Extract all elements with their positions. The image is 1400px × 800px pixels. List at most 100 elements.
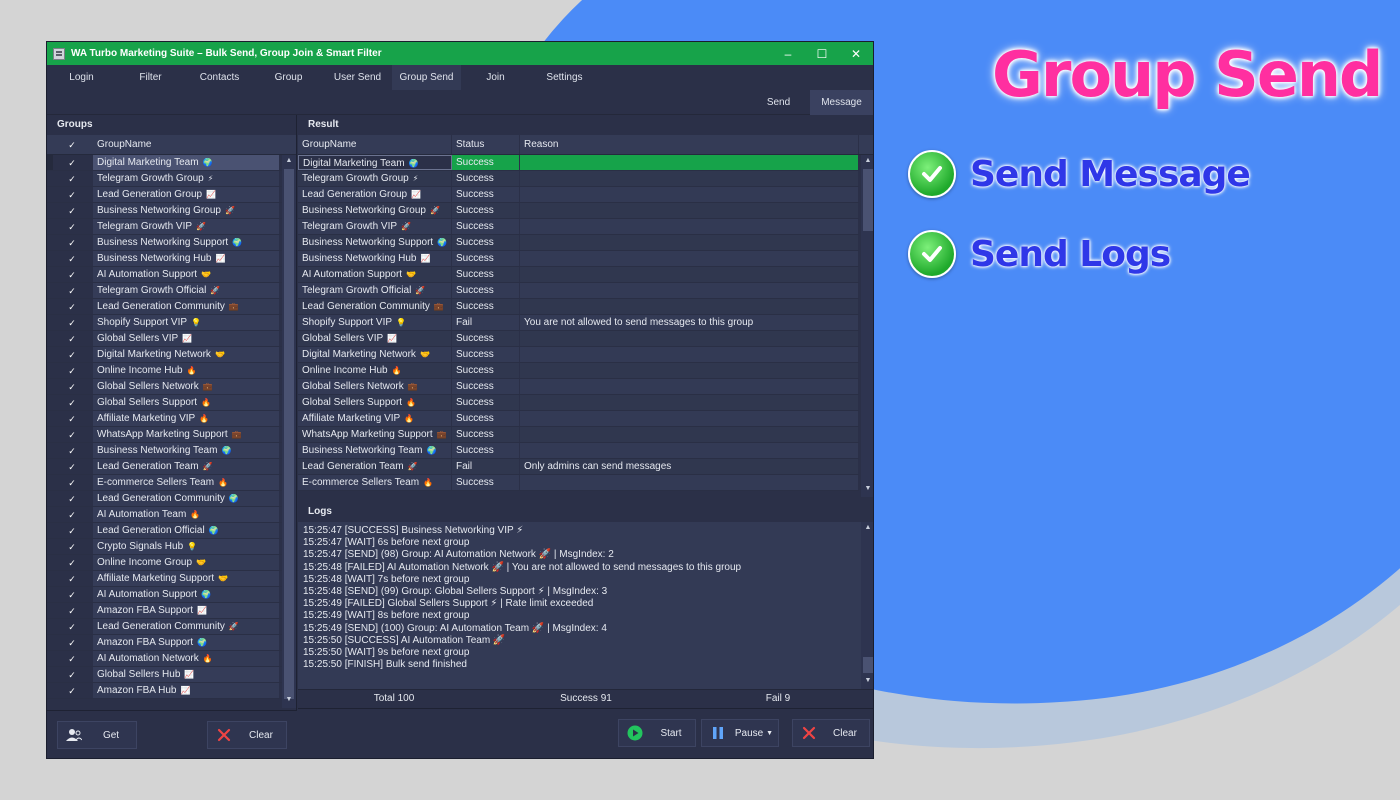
- result-status-cell[interactable]: Success: [452, 475, 520, 490]
- group-name-cell[interactable]: WhatsApp Marketing Support 💼: [93, 427, 279, 442]
- result-status-cell[interactable]: Success: [452, 267, 520, 282]
- result-groupname-cell[interactable]: Telegram Growth Official 🚀: [298, 283, 452, 298]
- result-reason-cell[interactable]: [520, 251, 859, 266]
- result-groupname-cell[interactable]: Business Networking Team 🌍: [298, 443, 452, 458]
- group-checkbox[interactable]: ✓: [47, 507, 93, 522]
- group-name-cell[interactable]: AI Automation Network 🔥: [93, 651, 279, 666]
- group-checkbox[interactable]: ✓: [47, 603, 93, 618]
- group-row[interactable]: ✓ Global Sellers VIP 📈: [47, 331, 283, 347]
- group-name-cell[interactable]: Lead Generation Group 📈: [93, 187, 279, 202]
- group-checkbox[interactable]: ✓: [47, 587, 93, 602]
- group-name-cell[interactable]: Global Sellers VIP 📈: [93, 331, 279, 346]
- close-button[interactable]: ✕: [839, 42, 873, 65]
- result-reason-cell[interactable]: [520, 411, 859, 426]
- group-row[interactable]: ✓ Affiliate Marketing VIP 🔥: [47, 411, 283, 427]
- group-checkbox[interactable]: ✓: [47, 555, 93, 570]
- result-groupname-cell[interactable]: Business Networking Support 🌍: [298, 235, 452, 250]
- group-name-cell[interactable]: Business Networking Team 🌍: [93, 443, 279, 458]
- group-checkbox[interactable]: ✓: [47, 459, 93, 474]
- result-status-cell[interactable]: Success: [452, 379, 520, 394]
- group-checkbox[interactable]: ✓: [47, 363, 93, 378]
- group-row[interactable]: ✓ Online Income Group 🤝: [47, 555, 283, 571]
- scroll-down-icon[interactable]: ▼: [861, 677, 873, 689]
- logs-textbox[interactable]: 15:25:47 [SUCCESS] Business Networking V…: [298, 522, 873, 689]
- group-checkbox[interactable]: ✓: [47, 283, 93, 298]
- result-groupname-cell[interactable]: Shopify Support VIP 💡: [298, 315, 452, 330]
- group-name-cell[interactable]: Lead Generation Community 🚀: [93, 619, 279, 634]
- pause-button[interactable]: Pause ▼: [701, 719, 779, 747]
- group-name-cell[interactable]: E-commerce Sellers Team 🔥: [93, 475, 279, 490]
- group-row[interactable]: ✓ Global Sellers Hub 📈: [47, 667, 283, 683]
- group-name-cell[interactable]: AI Automation Team 🔥: [93, 507, 279, 522]
- result-reason-cell[interactable]: [520, 155, 859, 170]
- group-row[interactable]: ✓ Global Sellers Support 🔥: [47, 395, 283, 411]
- group-row[interactable]: ✓ Amazon FBA Hub 📈: [47, 683, 283, 699]
- result-reason-cell[interactable]: You are not allowed to send messages to …: [520, 315, 859, 330]
- result-reason-cell[interactable]: [520, 427, 859, 442]
- result-status-cell[interactable]: Success: [452, 427, 520, 442]
- group-checkbox[interactable]: ✓: [47, 187, 93, 202]
- result-status-cell[interactable]: Success: [452, 347, 520, 362]
- group-name-cell[interactable]: Business Networking Group 🚀: [93, 203, 279, 218]
- group-name-cell[interactable]: Lead Generation Community 🌍: [93, 491, 279, 506]
- result-row[interactable]: Business Networking Team 🌍 Success: [298, 443, 859, 459]
- result-status-cell[interactable]: Success: [452, 363, 520, 378]
- result-status-cell[interactable]: Success: [452, 251, 520, 266]
- group-checkbox[interactable]: ✓: [47, 475, 93, 490]
- result-row[interactable]: Online Income Hub 🔥 Success: [298, 363, 859, 379]
- group-name-cell[interactable]: Global Sellers Support 🔥: [93, 395, 279, 410]
- result-row[interactable]: E-commerce Sellers Team 🔥 Success: [298, 475, 859, 491]
- result-row[interactable]: Digital Marketing Team 🌍 Success: [298, 155, 859, 171]
- result-reason-cell[interactable]: Only admins can send messages: [520, 459, 859, 474]
- group-row[interactable]: ✓ Online Income Hub 🔥: [47, 363, 283, 379]
- group-checkbox[interactable]: ✓: [47, 219, 93, 234]
- groupname-column-header[interactable]: GroupName: [298, 135, 452, 154]
- group-row[interactable]: ✓ Lead Generation Community 💼: [47, 299, 283, 315]
- result-reason-cell[interactable]: [520, 203, 859, 218]
- group-row[interactable]: ✓ Digital Marketing Team 🌍: [47, 155, 283, 171]
- group-checkbox[interactable]: ✓: [47, 379, 93, 394]
- group-row[interactable]: ✓ Affiliate Marketing Support 🤝: [47, 571, 283, 587]
- tab-contacts[interactable]: Contacts: [185, 65, 254, 90]
- result-status-cell[interactable]: Success: [452, 395, 520, 410]
- scroll-up-icon[interactable]: ▲: [861, 524, 873, 536]
- result-row[interactable]: Affiliate Marketing VIP 🔥 Success: [298, 411, 859, 427]
- result-row[interactable]: Business Networking Support 🌍 Success: [298, 235, 859, 251]
- result-groupname-cell[interactable]: Digital Marketing Network 🤝: [298, 347, 452, 362]
- group-row[interactable]: ✓ Lead Generation Team 🚀: [47, 459, 283, 475]
- result-status-cell[interactable]: Success: [452, 443, 520, 458]
- result-groupname-cell[interactable]: Lead Generation Community 💼: [298, 299, 452, 314]
- scroll-thumb[interactable]: [863, 169, 873, 231]
- groupname-column-header[interactable]: GroupName: [93, 135, 279, 154]
- result-status-cell[interactable]: Success: [452, 203, 520, 218]
- result-status-cell[interactable]: Success: [452, 331, 520, 346]
- group-name-cell[interactable]: Business Networking Support 🌍: [93, 235, 279, 250]
- group-row[interactable]: ✓ Telegram Growth Group ⚡: [47, 171, 283, 187]
- clear-groups-button[interactable]: Clear: [207, 721, 287, 749]
- result-groupname-cell[interactable]: Telegram Growth VIP 🚀: [298, 219, 452, 234]
- group-name-cell[interactable]: Affiliate Marketing VIP 🔥: [93, 411, 279, 426]
- dropdown-arrow-icon[interactable]: ▼: [766, 730, 773, 737]
- result-groupname-cell[interactable]: Business Networking Group 🚀: [298, 203, 452, 218]
- status-column-header[interactable]: Status: [452, 135, 520, 154]
- result-row[interactable]: Digital Marketing Network 🤝 Success: [298, 347, 859, 363]
- result-status-cell[interactable]: Success: [452, 187, 520, 202]
- group-name-cell[interactable]: Shopify Support VIP 💡: [93, 315, 279, 330]
- group-checkbox[interactable]: ✓: [47, 203, 93, 218]
- group-row[interactable]: ✓ AI Automation Team 🔥: [47, 507, 283, 523]
- group-row[interactable]: ✓ Lead Generation Group 📈: [47, 187, 283, 203]
- result-row[interactable]: Lead Generation Team 🚀 Fail Only admins can…: [298, 459, 859, 475]
- result-status-cell[interactable]: Success: [452, 283, 520, 298]
- group-name-cell[interactable]: Telegram Growth VIP 🚀: [93, 219, 279, 234]
- group-name-cell[interactable]: Lead Generation Official 🌍: [93, 523, 279, 538]
- group-checkbox[interactable]: ✓: [47, 491, 93, 506]
- group-row[interactable]: ✓ Lead Generation Official 🌍: [47, 523, 283, 539]
- group-name-cell[interactable]: AI Automation Support 🌍: [93, 587, 279, 602]
- group-checkbox[interactable]: ✓: [47, 267, 93, 282]
- tab-user-send[interactable]: User Send: [323, 65, 392, 90]
- group-checkbox[interactable]: ✓: [47, 395, 93, 410]
- group-checkbox[interactable]: ✓: [47, 683, 93, 698]
- result-groupname-cell[interactable]: Business Networking Hub 📈: [298, 251, 452, 266]
- logs-scrollbar[interactable]: ▲ ▼: [861, 522, 873, 689]
- tab-filter[interactable]: Filter: [116, 65, 185, 90]
